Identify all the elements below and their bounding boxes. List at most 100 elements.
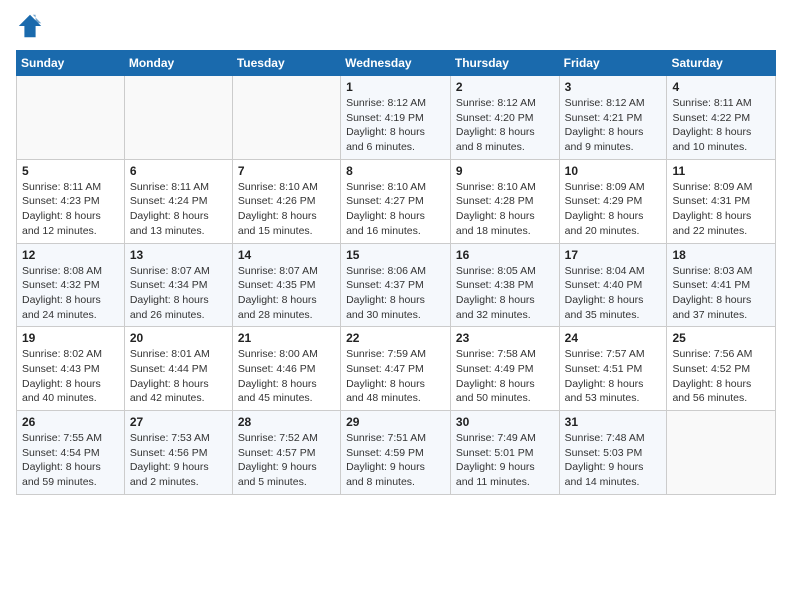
calendar-header-monday: Monday xyxy=(124,51,232,76)
day-number: 23 xyxy=(456,331,554,345)
day-number: 19 xyxy=(22,331,119,345)
calendar-cell: 25 Sunrise: 7:56 AM Sunset: 4:52 PM Dayli… xyxy=(667,327,776,411)
logo xyxy=(16,12,48,40)
day-number: 9 xyxy=(456,164,554,178)
day-info: Sunrise: 7:56 AM Sunset: 4:52 PM Dayligh… xyxy=(672,347,770,406)
day-info: Sunrise: 8:08 AM Sunset: 4:32 PM Dayligh… xyxy=(22,264,119,323)
calendar-week-4: 19 Sunrise: 8:02 AM Sunset: 4:43 PM Dayli… xyxy=(17,327,776,411)
day-number: 30 xyxy=(456,415,554,429)
calendar-cell: 30 Sunrise: 7:49 AM Sunset: 5:01 PM Dayli… xyxy=(450,411,559,495)
day-info: Sunrise: 7:58 AM Sunset: 4:49 PM Dayligh… xyxy=(456,347,554,406)
day-info: Sunrise: 8:00 AM Sunset: 4:46 PM Dayligh… xyxy=(238,347,335,406)
calendar-cell xyxy=(232,76,340,160)
day-info: Sunrise: 7:57 AM Sunset: 4:51 PM Dayligh… xyxy=(565,347,662,406)
day-number: 26 xyxy=(22,415,119,429)
day-number: 17 xyxy=(565,248,662,262)
calendar-header-tuesday: Tuesday xyxy=(232,51,340,76)
day-info: Sunrise: 7:48 AM Sunset: 5:03 PM Dayligh… xyxy=(565,431,662,490)
day-info: Sunrise: 8:04 AM Sunset: 4:40 PM Dayligh… xyxy=(565,264,662,323)
day-number: 29 xyxy=(346,415,445,429)
day-info: Sunrise: 8:12 AM Sunset: 4:21 PM Dayligh… xyxy=(565,96,662,155)
calendar-cell: 24 Sunrise: 7:57 AM Sunset: 4:51 PM Dayli… xyxy=(559,327,667,411)
day-number: 1 xyxy=(346,80,445,94)
day-info: Sunrise: 8:02 AM Sunset: 4:43 PM Dayligh… xyxy=(22,347,119,406)
day-info: Sunrise: 7:55 AM Sunset: 4:54 PM Dayligh… xyxy=(22,431,119,490)
day-info: Sunrise: 8:07 AM Sunset: 4:35 PM Dayligh… xyxy=(238,264,335,323)
day-info: Sunrise: 8:11 AM Sunset: 4:23 PM Dayligh… xyxy=(22,180,119,239)
day-info: Sunrise: 8:10 AM Sunset: 4:28 PM Dayligh… xyxy=(456,180,554,239)
day-number: 5 xyxy=(22,164,119,178)
day-number: 12 xyxy=(22,248,119,262)
day-info: Sunrise: 8:06 AM Sunset: 4:37 PM Dayligh… xyxy=(346,264,445,323)
calendar-cell xyxy=(124,76,232,160)
calendar-cell: 26 Sunrise: 7:55 AM Sunset: 4:54 PM Dayli… xyxy=(17,411,125,495)
day-number: 2 xyxy=(456,80,554,94)
calendar-cell: 15 Sunrise: 8:06 AM Sunset: 4:37 PM Dayli… xyxy=(341,243,451,327)
day-info: Sunrise: 8:09 AM Sunset: 4:29 PM Dayligh… xyxy=(565,180,662,239)
day-info: Sunrise: 8:05 AM Sunset: 4:38 PM Dayligh… xyxy=(456,264,554,323)
page-container: SundayMondayTuesdayWednesdayThursdayFrid… xyxy=(0,0,792,503)
calendar-header-row: SundayMondayTuesdayWednesdayThursdayFrid… xyxy=(17,51,776,76)
calendar-header-sunday: Sunday xyxy=(17,51,125,76)
calendar-week-2: 5 Sunrise: 8:11 AM Sunset: 4:23 PM Daylig… xyxy=(17,159,776,243)
calendar-table: SundayMondayTuesdayWednesdayThursdayFrid… xyxy=(16,50,776,495)
day-number: 7 xyxy=(238,164,335,178)
calendar-cell xyxy=(17,76,125,160)
calendar-cell: 21Sunrise: 8:00 AM Sunset: 4:46 PM Dayli… xyxy=(232,327,340,411)
calendar-cell: 16 Sunrise: 8:05 AM Sunset: 4:38 PM Dayli… xyxy=(450,243,559,327)
day-number: 24 xyxy=(565,331,662,345)
day-number: 3 xyxy=(565,80,662,94)
day-info: Sunrise: 7:49 AM Sunset: 5:01 PM Dayligh… xyxy=(456,431,554,490)
calendar-cell: 19 Sunrise: 8:02 AM Sunset: 4:43 PM Dayli… xyxy=(17,327,125,411)
day-number: 6 xyxy=(130,164,227,178)
calendar-cell: 3 Sunrise: 8:12 AM Sunset: 4:21 PM Daylig… xyxy=(559,76,667,160)
day-info: Sunrise: 8:12 AM Sunset: 4:20 PM Dayligh… xyxy=(456,96,554,155)
day-number: 25 xyxy=(672,331,770,345)
header xyxy=(16,12,776,40)
day-info: Sunrise: 8:11 AM Sunset: 4:22 PM Dayligh… xyxy=(672,96,770,155)
calendar-cell: 4 Sunrise: 8:11 AM Sunset: 4:22 PM Daylig… xyxy=(667,76,776,160)
calendar-cell: 5 Sunrise: 8:11 AM Sunset: 4:23 PM Daylig… xyxy=(17,159,125,243)
day-info: Sunrise: 8:09 AM Sunset: 4:31 PM Dayligh… xyxy=(672,180,770,239)
day-number: 11 xyxy=(672,164,770,178)
day-info: Sunrise: 8:10 AM Sunset: 4:26 PM Dayligh… xyxy=(238,180,335,239)
day-number: 14 xyxy=(238,248,335,262)
calendar-cell: 10Sunrise: 8:09 AM Sunset: 4:29 PM Dayli… xyxy=(559,159,667,243)
day-number: 28 xyxy=(238,415,335,429)
day-number: 22 xyxy=(346,331,445,345)
calendar-cell: 11 Sunrise: 8:09 AM Sunset: 4:31 PM Dayli… xyxy=(667,159,776,243)
day-number: 8 xyxy=(346,164,445,178)
calendar-cell: 6Sunrise: 8:11 AM Sunset: 4:24 PM Daylig… xyxy=(124,159,232,243)
calendar-week-3: 12 Sunrise: 8:08 AM Sunset: 4:32 PM Dayli… xyxy=(17,243,776,327)
calendar-header-thursday: Thursday xyxy=(450,51,559,76)
calendar-cell: 28 Sunrise: 7:52 AM Sunset: 4:57 PM Dayli… xyxy=(232,411,340,495)
calendar-header-saturday: Saturday xyxy=(667,51,776,76)
calendar-header-wednesday: Wednesday xyxy=(341,51,451,76)
day-number: 18 xyxy=(672,248,770,262)
day-info: Sunrise: 7:52 AM Sunset: 4:57 PM Dayligh… xyxy=(238,431,335,490)
logo-icon xyxy=(16,12,44,40)
day-info: Sunrise: 7:59 AM Sunset: 4:47 PM Dayligh… xyxy=(346,347,445,406)
day-number: 15 xyxy=(346,248,445,262)
day-number: 13 xyxy=(130,248,227,262)
calendar-cell: 31 Sunrise: 7:48 AM Sunset: 5:03 PM Dayli… xyxy=(559,411,667,495)
day-number: 4 xyxy=(672,80,770,94)
calendar-cell: 12 Sunrise: 8:08 AM Sunset: 4:32 PM Dayli… xyxy=(17,243,125,327)
calendar-cell: 23 Sunrise: 7:58 AM Sunset: 4:49 PM Dayli… xyxy=(450,327,559,411)
day-number: 16 xyxy=(456,248,554,262)
calendar-cell: 2 Sunrise: 8:12 AM Sunset: 4:20 PM Daylig… xyxy=(450,76,559,160)
calendar-cell xyxy=(667,411,776,495)
calendar-cell: 29Sunrise: 7:51 AM Sunset: 4:59 PM Dayli… xyxy=(341,411,451,495)
calendar-cell: 17 Sunrise: 8:04 AM Sunset: 4:40 PM Dayli… xyxy=(559,243,667,327)
calendar-cell: 7 Sunrise: 8:10 AM Sunset: 4:26 PM Daylig… xyxy=(232,159,340,243)
day-info: Sunrise: 8:03 AM Sunset: 4:41 PM Dayligh… xyxy=(672,264,770,323)
day-info: Sunrise: 8:12 AM Sunset: 4:19 PM Dayligh… xyxy=(346,96,445,155)
calendar-cell: 9 Sunrise: 8:10 AM Sunset: 4:28 PM Daylig… xyxy=(450,159,559,243)
calendar-cell: 13 Sunrise: 8:07 AM Sunset: 4:34 PM Dayli… xyxy=(124,243,232,327)
calendar-week-5: 26 Sunrise: 7:55 AM Sunset: 4:54 PM Dayli… xyxy=(17,411,776,495)
calendar-cell: 1 Sunrise: 8:12 AM Sunset: 4:19 PM Daylig… xyxy=(341,76,451,160)
day-number: 31 xyxy=(565,415,662,429)
day-info: Sunrise: 8:07 AM Sunset: 4:34 PM Dayligh… xyxy=(130,264,227,323)
calendar-cell: 14 Sunrise: 8:07 AM Sunset: 4:35 PM Dayli… xyxy=(232,243,340,327)
day-number: 20 xyxy=(130,331,227,345)
